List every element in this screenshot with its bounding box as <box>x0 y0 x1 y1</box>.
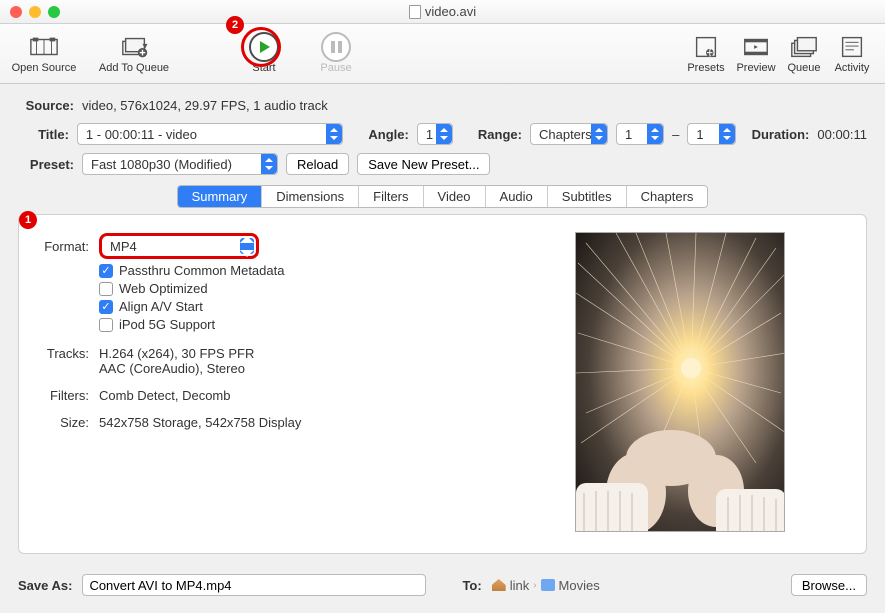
traffic-lights <box>10 6 60 18</box>
ipod-label: iPod 5G Support <box>119 317 215 332</box>
preset-label: Preset: <box>18 157 74 172</box>
duration-value: 00:00:11 <box>817 127 867 142</box>
play-icon: 2 <box>248 34 280 60</box>
size-value: 542x758 Storage, 542x758 Display <box>99 415 301 430</box>
tracks-value-2: AAC (CoreAudio), Stereo <box>99 361 254 376</box>
angle-label: Angle: <box>368 127 408 142</box>
title-select[interactable]: 1 - 00:00:11 - video <box>77 123 343 145</box>
toolbar: Open Source ▾ Add To Queue 2 Start Pause… <box>0 24 885 84</box>
ipod-checkbox[interactable] <box>99 318 113 332</box>
alignav-label: Align A/V Start <box>119 299 203 314</box>
annotation-badge-2: 2 <box>226 16 244 34</box>
pause-button: Pause <box>300 26 372 82</box>
presets-icon <box>690 34 722 60</box>
add-to-queue-icon: ▾ <box>108 34 160 60</box>
saveas-label: Save As: <box>18 578 72 593</box>
open-source-button[interactable]: Open Source <box>8 26 80 82</box>
size-label: Size: <box>37 415 89 430</box>
queue-icon <box>788 34 820 60</box>
add-to-queue-button[interactable]: ▾ Add To Queue <box>80 26 188 82</box>
range-from-select[interactable]: 1 <box>616 123 664 145</box>
tracks-label: Tracks: <box>37 346 89 361</box>
tab-audio[interactable]: Audio <box>486 186 548 207</box>
annotation-badge-1: 1 <box>19 211 37 229</box>
footer: Save As: To: link › Movies Browse... <box>0 564 885 610</box>
presets-button[interactable]: Presets <box>681 26 731 82</box>
destination-path[interactable]: link › Movies <box>492 578 600 593</box>
preset-select[interactable]: Fast 1080p30 (Modified) <box>82 153 278 175</box>
save-new-preset-button[interactable]: Save New Preset... <box>357 153 490 175</box>
range-dash: – <box>672 127 679 142</box>
source-label: Source: <box>18 98 74 113</box>
tab-video[interactable]: Video <box>424 186 486 207</box>
summary-panel: 1 Format: MP4 Passthru Common Metadata W… <box>18 214 867 554</box>
alignav-checkbox[interactable] <box>99 300 113 314</box>
range-to-select[interactable]: 1 <box>687 123 735 145</box>
titlebar: video.avi <box>0 0 885 24</box>
range-type-select[interactable]: Chapters <box>530 123 608 145</box>
filters-label: Filters: <box>37 388 89 403</box>
tabs: Summary Dimensions Filters Video Audio S… <box>18 185 867 208</box>
close-button[interactable] <box>10 6 22 18</box>
file-icon <box>409 5 421 19</box>
passthru-label: Passthru Common Metadata <box>119 263 284 278</box>
tab-chapters[interactable]: Chapters <box>627 186 708 207</box>
range-label: Range: <box>478 127 522 142</box>
title-label: Title: <box>18 127 69 142</box>
folder-icon <box>541 579 555 591</box>
queue-button[interactable]: Queue <box>781 26 827 82</box>
source-value: video, 576x1024, 29.97 FPS, 1 audio trac… <box>82 98 328 113</box>
content: Source: video, 576x1024, 29.97 FPS, 1 au… <box>0 84 885 564</box>
start-button[interactable]: 2 Start <box>228 26 300 82</box>
saveas-input[interactable] <box>82 574 426 596</box>
weboptimized-checkbox[interactable] <box>99 282 113 296</box>
preview-icon <box>740 34 772 60</box>
to-label: To: <box>462 578 481 593</box>
reload-button[interactable]: Reload <box>286 153 349 175</box>
duration-label: Duration: <box>752 127 810 142</box>
tab-summary[interactable]: Summary <box>178 186 263 207</box>
window-title: video.avi <box>425 4 476 19</box>
chevron-right-icon: › <box>533 580 536 591</box>
format-select[interactable]: MP4 <box>99 233 259 259</box>
pause-icon <box>320 34 352 60</box>
tab-subtitles[interactable]: Subtitles <box>548 186 627 207</box>
angle-select[interactable]: 1 <box>417 123 453 145</box>
passthru-checkbox[interactable] <box>99 264 113 278</box>
chevron-down-icon: ▾ <box>142 41 147 52</box>
format-label: Format: <box>37 239 89 254</box>
home-icon <box>492 579 506 591</box>
open-source-icon <box>28 34 60 60</box>
preview-button[interactable]: Preview <box>731 26 781 82</box>
tab-filters[interactable]: Filters <box>359 186 423 207</box>
tab-dimensions[interactable]: Dimensions <box>262 186 359 207</box>
weboptimized-label: Web Optimized <box>119 281 208 296</box>
zoom-button[interactable] <box>48 6 60 18</box>
activity-icon <box>836 34 868 60</box>
filters-value: Comb Detect, Decomb <box>99 388 231 403</box>
preview-thumbnail[interactable] <box>575 232 785 532</box>
browse-button[interactable]: Browse... <box>791 574 867 596</box>
tracks-value-1: H.264 (x264), 30 FPS PFR <box>99 346 254 361</box>
minimize-button[interactable] <box>29 6 41 18</box>
activity-button[interactable]: Activity <box>827 26 877 82</box>
